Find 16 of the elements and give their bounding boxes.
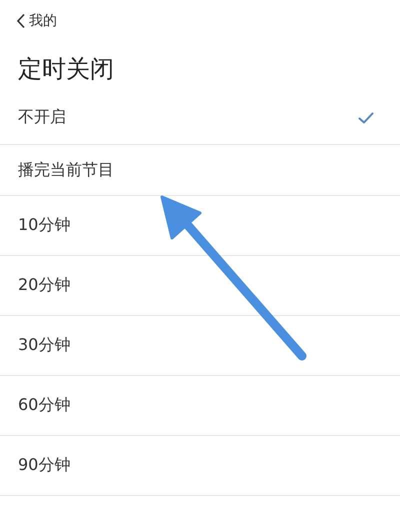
page-title: 定时关闭	[17, 54, 115, 85]
option-row[interactable]: 60分钟	[0, 376, 400, 436]
option-label[interactable]: 播完当前节目	[18, 160, 114, 180]
option-label[interactable]: 20分钟	[18, 275, 70, 296]
option-row[interactable]: 20分钟	[0, 256, 400, 316]
option-label[interactable]: 10分钟	[18, 215, 70, 236]
option-label[interactable]: 90分钟	[18, 455, 70, 476]
option-label[interactable]: 不开启	[18, 107, 66, 128]
option-label[interactable]: 30分钟	[18, 335, 70, 356]
option-row[interactable]: 30分钟	[0, 316, 400, 376]
option-label[interactable]: 60分钟	[18, 395, 70, 416]
back-link[interactable]: 我的	[29, 12, 57, 30]
back-icon[interactable]	[16, 13, 26, 29]
option-row[interactable]: 90分钟	[0, 436, 400, 496]
option-row[interactable]: 播完当前节目	[0, 145, 400, 196]
option-row[interactable]: 不开启	[0, 91, 400, 145]
